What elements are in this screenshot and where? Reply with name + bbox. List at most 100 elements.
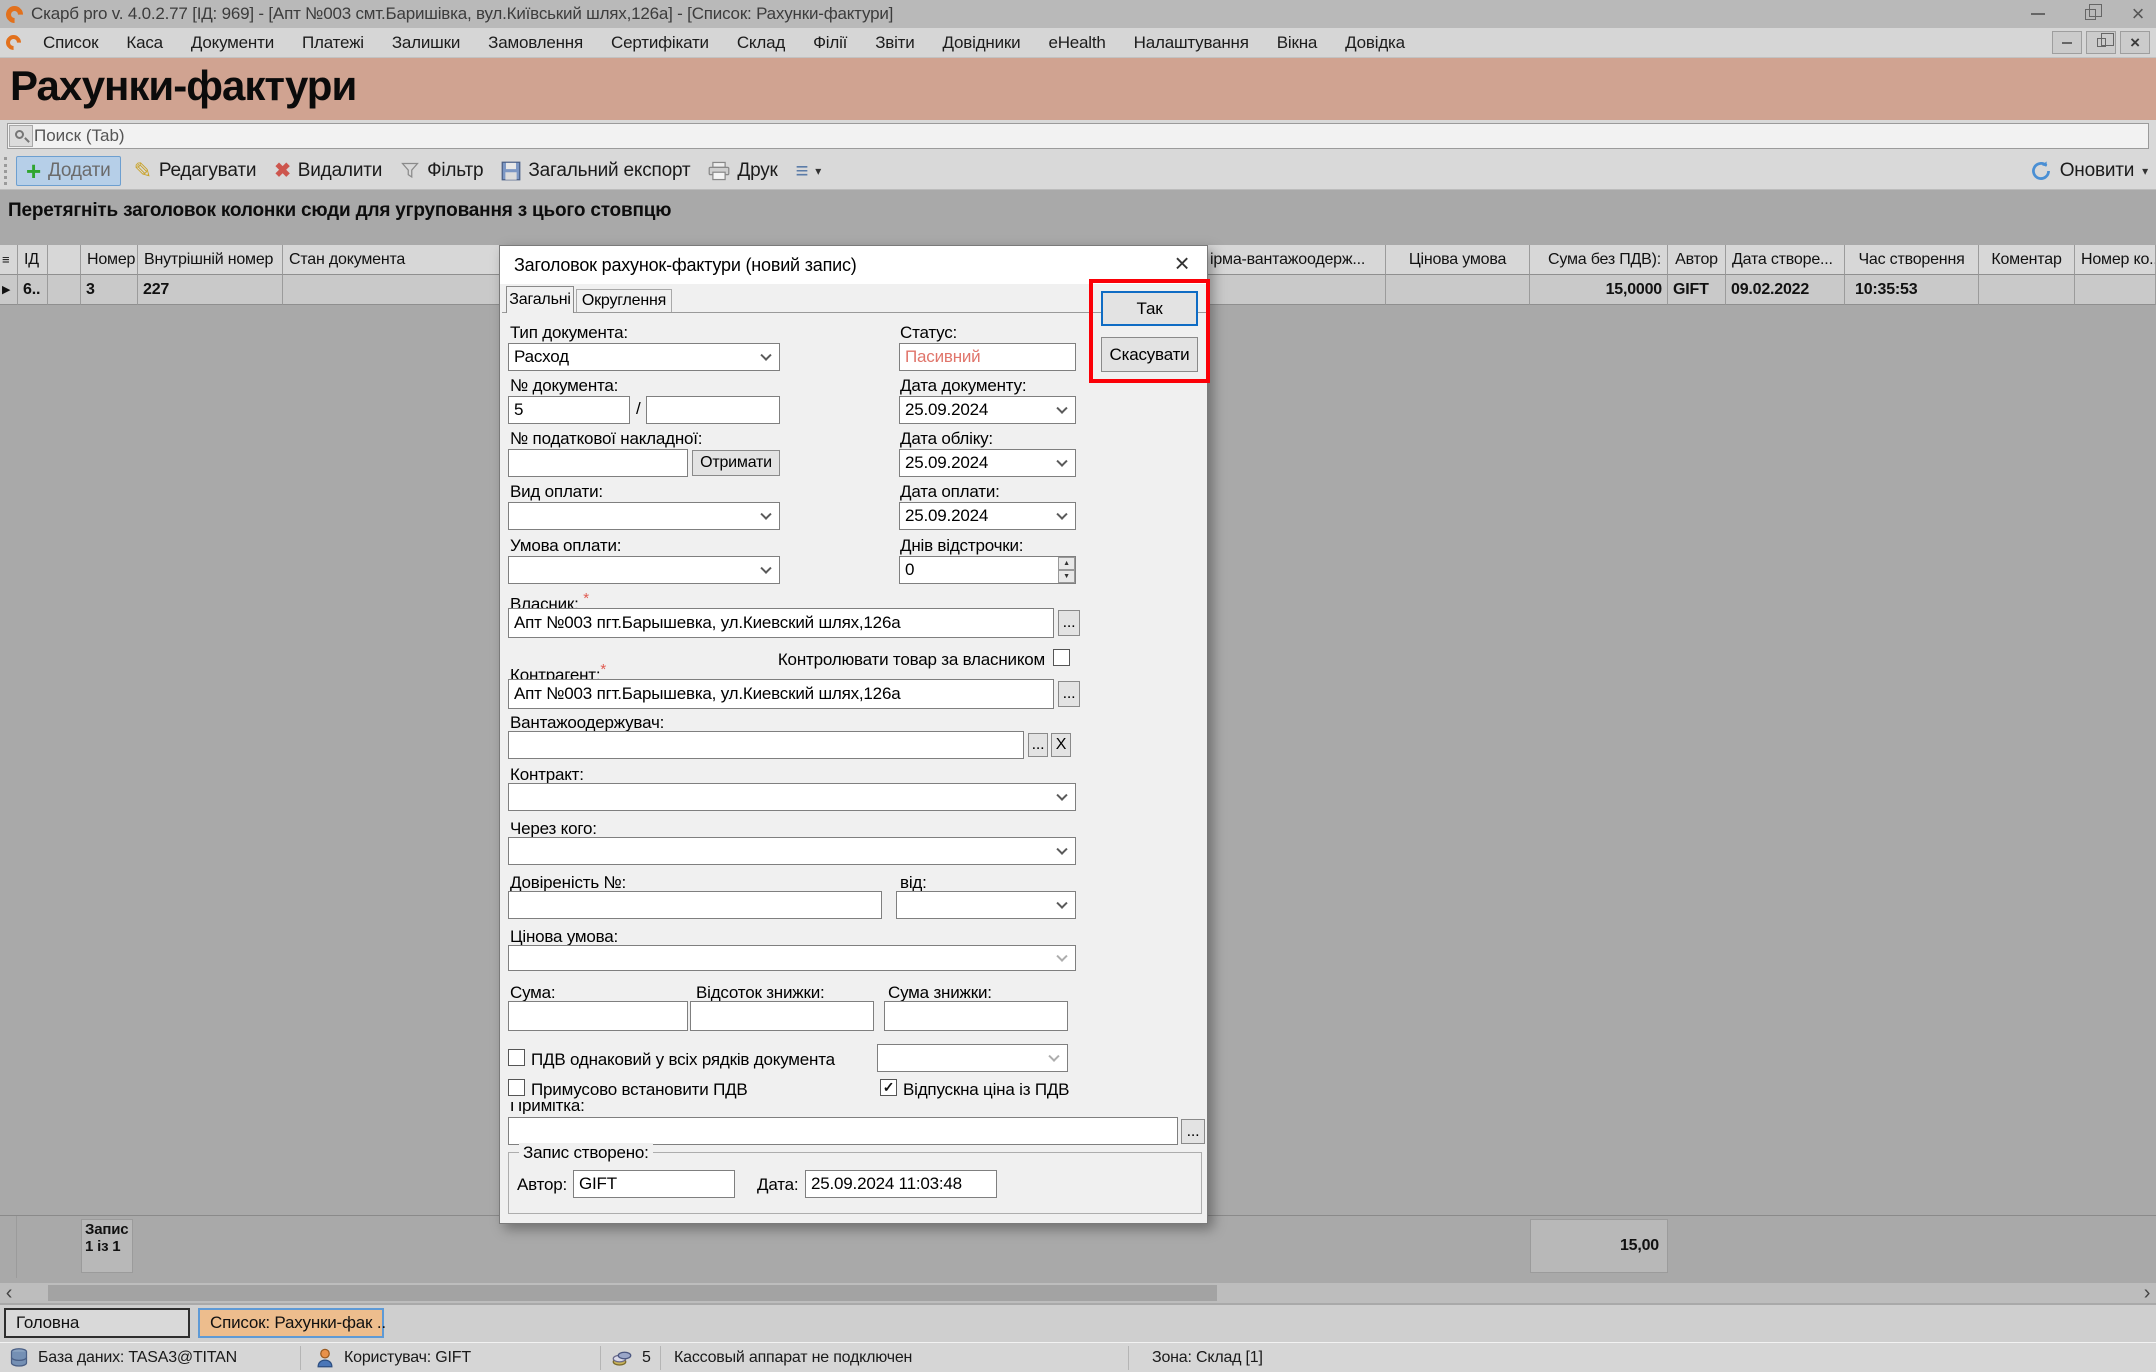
via-select[interactable] — [508, 837, 1076, 865]
tab-home[interactable]: Головна — [4, 1308, 190, 1338]
acc-date-select[interactable]: 25.09.2024 — [899, 449, 1076, 477]
cell-time-created[interactable]: 10:35:53 — [1845, 275, 1979, 305]
vat-rate-select[interactable] — [877, 1044, 1068, 1072]
print-button[interactable]: Друк — [699, 157, 786, 185]
contract-select[interactable] — [508, 783, 1076, 811]
vat-incl-checkbox[interactable]: ✓ — [880, 1079, 897, 1096]
scroll-left-icon[interactable]: ‹ — [0, 1283, 18, 1303]
column-header-sum[interactable]: Сума без ПДВ): — [1530, 245, 1668, 275]
menu-sertyfikaty[interactable]: Сертифікати — [597, 33, 723, 53]
minimize-button[interactable] — [2016, 0, 2060, 28]
pay-date-select[interactable]: 25.09.2024 — [899, 502, 1076, 530]
menu-spisok[interactable]: Список — [29, 33, 112, 53]
get-button[interactable]: Отримати — [692, 450, 780, 476]
cell-id[interactable]: 6.. — [18, 275, 48, 305]
owner-input[interactable]: Апт №003 пгт.Барышевка, ул.Киевский шлях… — [508, 608, 1054, 638]
vat-same-checkbox[interactable] — [508, 1049, 525, 1066]
cell-date-created[interactable]: 09.02.2022 — [1726, 275, 1845, 305]
menu-platezhi[interactable]: Платежі — [288, 33, 378, 53]
consignee-input[interactable] — [508, 731, 1024, 759]
menu-zvity[interactable]: Звіти — [861, 33, 928, 53]
pay-term-select[interactable] — [508, 556, 780, 584]
menu-sklad[interactable]: Склад — [723, 33, 799, 53]
delay-days-input[interactable]: 0 — [899, 556, 1076, 584]
dialog-close-button[interactable]: × — [1167, 248, 1197, 278]
delay-days-spinner[interactable]: ▲ ▼ — [1058, 557, 1075, 583]
column-header-date-created[interactable]: Дата створе... — [1726, 245, 1845, 275]
add-button[interactable]: + Додати — [16, 156, 121, 186]
menu-filii[interactable]: Філії — [799, 33, 861, 53]
doc-no-input[interactable]: 5 — [508, 396, 630, 424]
columns-button[interactable]: ≡ ▾ — [787, 159, 830, 183]
grid-corner-icon[interactable]: ≡ — [0, 245, 18, 275]
note-input[interactable] — [508, 1117, 1178, 1145]
restore-button[interactable] — [2068, 0, 2112, 28]
horizontal-scrollbar[interactable]: ‹ › — [0, 1283, 2156, 1303]
doc-date-select[interactable]: 25.09.2024 — [899, 396, 1076, 424]
mdi-restore-button[interactable] — [2086, 31, 2116, 54]
cell-internal[interactable]: 227 — [138, 275, 283, 305]
search-box[interactable] — [7, 123, 2149, 149]
scrollbar-thumb[interactable] — [48, 1285, 1217, 1301]
cell-price-term[interactable] — [1386, 275, 1530, 305]
filter-button[interactable]: Фільтр — [391, 157, 492, 185]
mdi-minimize-button[interactable] — [2052, 31, 2082, 54]
cell-contract-no[interactable] — [2075, 275, 2156, 305]
column-header-id[interactable]: ІД — [18, 245, 48, 275]
tab-rounding[interactable]: Округлення — [576, 289, 672, 312]
column-header-internal[interactable]: Внутрішній номер — [138, 245, 283, 275]
sum-input[interactable] — [508, 1001, 688, 1031]
menu-ehealth[interactable]: eHealth — [1034, 33, 1119, 53]
menu-zalyshky[interactable]: Залишки — [378, 33, 474, 53]
edit-button[interactable]: ✎ Редагувати — [125, 155, 266, 187]
mdi-close-button[interactable]: × — [2120, 31, 2150, 54]
consignee-browse-button[interactable]: ... — [1028, 733, 1048, 757]
price-term-select[interactable] — [508, 945, 1076, 971]
discount-sum-input[interactable] — [884, 1001, 1068, 1031]
menu-kasa[interactable]: Каса — [112, 33, 177, 53]
consignee-clear-button[interactable]: X — [1051, 733, 1071, 757]
contragent-browse-button[interactable]: ... — [1058, 681, 1080, 707]
tab-general[interactable]: Загальні — [506, 286, 574, 313]
proxy-no-input[interactable] — [508, 891, 882, 919]
menu-dovidka[interactable]: Довідка — [1331, 33, 1419, 53]
contragent-input[interactable]: Апт №003 пгт.Барышевка, ул.Киевский шлях… — [508, 679, 1054, 709]
column-header-blank[interactable] — [48, 245, 81, 275]
control-by-owner-checkbox[interactable] — [1053, 649, 1070, 666]
scroll-right-icon[interactable]: › — [2138, 1283, 2156, 1303]
search-input[interactable] — [34, 126, 2148, 146]
column-header-time-created[interactable]: Час створення — [1845, 245, 1979, 275]
column-header-number[interactable]: Номер — [81, 245, 138, 275]
menu-dovidnyky[interactable]: Довідники — [929, 33, 1035, 53]
vat-force-checkbox[interactable] — [508, 1079, 525, 1096]
note-browse-button[interactable]: ... — [1181, 1119, 1205, 1144]
cell-comment[interactable] — [1979, 275, 2075, 305]
cell-blank[interactable] — [48, 275, 81, 305]
cell-sum[interactable]: 15,0000 — [1530, 275, 1668, 305]
menu-vikna[interactable]: Вікна — [1263, 33, 1331, 53]
toolbar-grip[interactable] — [4, 157, 10, 185]
cell-author[interactable]: GIFT — [1668, 275, 1726, 305]
column-header-contract-no[interactable]: Номер ко... — [2075, 245, 2156, 275]
refresh-button[interactable]: Оновити ▾ — [2030, 152, 2148, 190]
menu-nalashtuvannia[interactable]: Налаштування — [1120, 33, 1263, 53]
column-header-comment[interactable]: Коментар — [1979, 245, 2075, 275]
from-date-select[interactable] — [896, 891, 1076, 919]
doc-type-select[interactable]: Расход — [508, 343, 780, 371]
cell-number[interactable]: 3 — [81, 275, 138, 305]
tax-invoice-input[interactable] — [508, 449, 688, 477]
spin-down-icon[interactable]: ▼ — [1058, 570, 1075, 583]
pay-kind-select[interactable] — [508, 502, 780, 530]
delete-button[interactable]: ✖ Видалити — [265, 155, 391, 186]
column-header-price-term[interactable]: Цінова умова — [1386, 245, 1530, 275]
tab-invoice-list[interactable]: Список: Рахунки-фак .. — [198, 1308, 384, 1338]
doc-no2-input[interactable] — [646, 396, 780, 424]
menu-zamovlennia[interactable]: Замовлення — [474, 33, 597, 53]
menu-dokumenty[interactable]: Документи — [177, 33, 288, 53]
export-button[interactable]: Загальний експорт — [492, 157, 699, 185]
owner-browse-button[interactable]: ... — [1058, 610, 1080, 636]
spin-up-icon[interactable]: ▲ — [1058, 557, 1075, 570]
column-header-author[interactable]: Автор — [1668, 245, 1726, 275]
discount-pct-input[interactable] — [690, 1001, 874, 1031]
close-button[interactable]: × — [2116, 0, 2156, 28]
